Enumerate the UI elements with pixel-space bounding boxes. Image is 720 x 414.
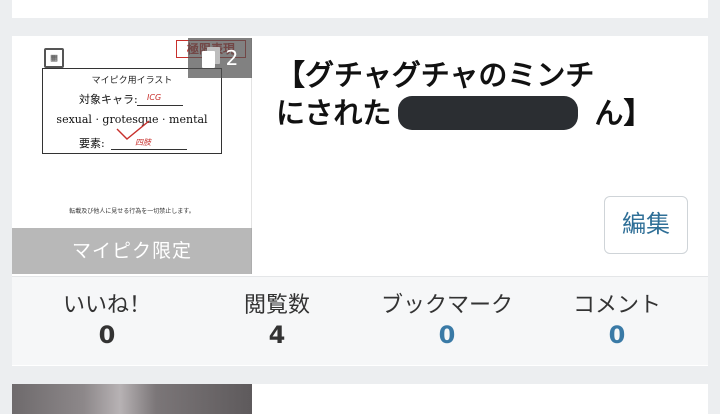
sheet-character-underline — [137, 105, 183, 106]
sheet-character-handwritten: ICG — [147, 93, 162, 102]
stat-likes-value: 0 — [98, 321, 116, 349]
stat-views-value: 4 — [268, 321, 286, 349]
stat-likes-label: いいね！ — [62, 293, 151, 318]
edit-button[interactable]: 編集 — [604, 196, 688, 254]
site-logo-icon: ▦ — [44, 48, 64, 68]
stat-comments-label: コメント — [572, 293, 661, 318]
sheet-character-label: 対象キャラ: — [79, 93, 138, 106]
redaction-block — [398, 96, 578, 130]
stat-bookmarks-value[interactable]: 0 — [362, 320, 532, 350]
work-title-line-1: 【グチャグチャのミンチ — [276, 58, 595, 92]
stat-comments[interactable]: コメント 0 — [532, 292, 702, 350]
page-count-badge: 2 — [188, 38, 252, 78]
stat-views: 閲覧数 4 — [192, 292, 362, 350]
stat-bookmarks[interactable]: ブックマーク 0 — [362, 292, 532, 350]
sheet-element-label: 要素: — [79, 137, 105, 150]
next-work-thumbnail[interactable] — [12, 384, 252, 414]
page-count: 2 — [225, 46, 239, 70]
stat-views-label: 閲覧数 — [243, 293, 310, 318]
sheet-element-underline — [111, 149, 187, 150]
multiple-pages-icon — [201, 47, 220, 69]
stat-likes: いいね！ 0 — [22, 292, 192, 350]
stat-comments-value[interactable]: 0 — [532, 320, 702, 350]
sheet-footer-note: 転載及び他人に見せる行為を一切禁止します。 — [69, 208, 195, 215]
previous-card-bottom — [12, 0, 708, 18]
visibility-badge: マイピク限定 — [12, 228, 252, 274]
sheet-element-handwritten: 四肢 — [135, 138, 151, 147]
sheet-form-box: マイピク用イラスト 対象キャラ: ICG sexual · grotesque … — [42, 68, 222, 154]
stat-bookmarks-label: ブックマーク — [380, 293, 513, 318]
